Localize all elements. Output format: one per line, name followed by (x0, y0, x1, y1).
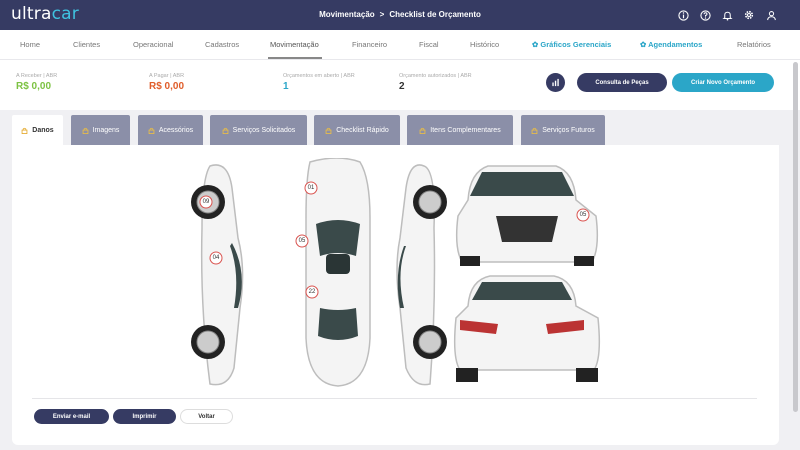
nav-item-fiscal[interactable]: Fiscal (419, 40, 439, 49)
breadcrumb-separator: > (379, 10, 385, 19)
tab-servicos-futuros[interactable]: Serviços Futuros (521, 115, 605, 145)
breadcrumb-section[interactable]: Movimentação (319, 10, 375, 19)
page-scrollbar[interactable] (793, 62, 798, 412)
print-button[interactable]: Imprimir (113, 409, 176, 424)
lock-icon (148, 127, 155, 134)
lock-icon (222, 127, 229, 134)
car-right-side-view[interactable] (396, 164, 447, 386)
stat-value: 1 (283, 81, 289, 92)
calendar-sparkle-icon: ✿ (640, 40, 647, 49)
nav-item-historico[interactable]: Histórico (470, 40, 499, 49)
bar-chart-icon (552, 78, 559, 87)
top-bar: ultracar Movimentação > Checklist de Orçam… (0, 0, 800, 30)
nav-item-agendamentos-label: Agendamentos (648, 40, 703, 49)
active-nav-underline (268, 57, 322, 59)
damage-marker-label: 05 (299, 238, 306, 244)
tab-label: Checklist Rápido (336, 126, 389, 134)
damage-marker-label: 05 (580, 212, 587, 218)
stat-label: Orçamento autorizados | ABR (399, 73, 472, 79)
main-nav: Home Clientes Operacional Cadastros Movi… (0, 30, 800, 60)
tab-danos[interactable]: Danos (12, 115, 63, 145)
back-button[interactable]: Voltar (180, 409, 233, 424)
chart-button[interactable] (546, 73, 565, 92)
consulta-pecas-button[interactable]: Consulta de Peças (577, 73, 667, 92)
nav-item-graficos-gerenciais[interactable]: ✿ Gráficos Gerenciais (532, 40, 611, 49)
damage-marker-04[interactable]: 04 (209, 251, 223, 265)
tab-itens-complementares[interactable]: Itens Complementares (407, 115, 513, 145)
tab-label: Danos (32, 126, 54, 134)
car-rear-view[interactable] (453, 275, 601, 382)
send-email-button[interactable]: Enviar e-mail (34, 409, 109, 424)
damage-marker-label: 09 (203, 199, 210, 205)
tab-servicos-solicitados[interactable]: Serviços Solicitados (210, 115, 307, 145)
car-front-view[interactable] (455, 165, 599, 266)
gear-icon[interactable] (742, 8, 756, 22)
car-left-side-view[interactable] (191, 164, 244, 386)
nav-item-home[interactable]: Home (20, 40, 40, 49)
damage-marker-01[interactable]: 01 (304, 181, 318, 195)
stat-a-receber: A Receber | ABR R$ 0,00 (16, 73, 57, 92)
nav-item-movimentacao[interactable]: Movimentação (270, 40, 319, 49)
stat-orcamentos-abertos: Orçamentos em aberto | ABR 1 (283, 73, 355, 92)
chart-sparkle-icon: ✿ (532, 40, 539, 49)
tab-checklist-rapido[interactable]: Checklist Rápido (314, 115, 400, 145)
help-icon[interactable] (698, 8, 712, 22)
damage-marker-label: 04 (213, 255, 220, 261)
lock-icon (419, 127, 426, 134)
tab-label: Serviços Futuros (542, 126, 595, 134)
damage-marker-22[interactable]: 22 (305, 285, 319, 299)
bell-icon[interactable] (720, 8, 734, 22)
nav-item-clientes[interactable]: Clientes (73, 40, 100, 49)
nav-item-agendamentos[interactable]: ✿ Agendamentos (640, 40, 702, 49)
footer-divider (32, 398, 757, 399)
nav-item-cadastros[interactable]: Cadastros (205, 40, 239, 49)
lock-icon (82, 127, 88, 134)
stat-label: A Receber | ABR (16, 73, 58, 79)
tab-label: Imagens (92, 126, 120, 134)
breadcrumb-page: Checklist de Orçamento (389, 10, 481, 19)
nav-item-relatorios[interactable]: Relatórios (737, 40, 771, 49)
criar-orcamento-button[interactable]: Criar Novo Orçamento (672, 73, 774, 92)
stat-label: Orçamentos em aberto | ABR (283, 73, 355, 79)
tab-imagens[interactable]: Imagens (71, 115, 130, 145)
lock-icon (325, 127, 332, 134)
nav-item-operacional[interactable]: Operacional (133, 40, 173, 49)
stat-value: R$ 0,00 (149, 81, 185, 92)
info-icon[interactable] (676, 8, 690, 22)
damage-marker-label: 01 (308, 185, 315, 191)
tab-label: Acessórios (158, 126, 194, 134)
car-damage-diagram[interactable]: 09 04 01 05 22 05 (188, 158, 608, 390)
tab-label: Itens Complementares (430, 126, 501, 134)
nav-item-graficos-label: Gráficos Gerenciais (540, 40, 612, 49)
damage-marker-09[interactable]: 09 (199, 195, 213, 209)
nav-item-financeiro[interactable]: Financeiro (352, 40, 387, 49)
user-icon[interactable] (764, 8, 778, 22)
tab-acessorios[interactable]: Acessórios (138, 115, 203, 145)
stat-label: A Pagar | ABR (149, 73, 185, 79)
stat-orcamentos-autorizados: Orçamento autorizados | ABR 2 (399, 73, 472, 92)
stat-value: 2 (399, 81, 405, 92)
lock-icon (21, 127, 28, 134)
stat-a-pagar: A Pagar | ABR R$ 0,00 (149, 73, 184, 92)
damage-marker-label: 22 (309, 289, 316, 295)
damage-marker-05-front[interactable]: 05 (576, 208, 590, 222)
stat-value: R$ 0,00 (16, 81, 52, 92)
lock-icon (531, 127, 538, 134)
tab-label: Serviços Solicitados (232, 126, 296, 134)
damage-marker-05-top[interactable]: 05 (295, 234, 309, 248)
